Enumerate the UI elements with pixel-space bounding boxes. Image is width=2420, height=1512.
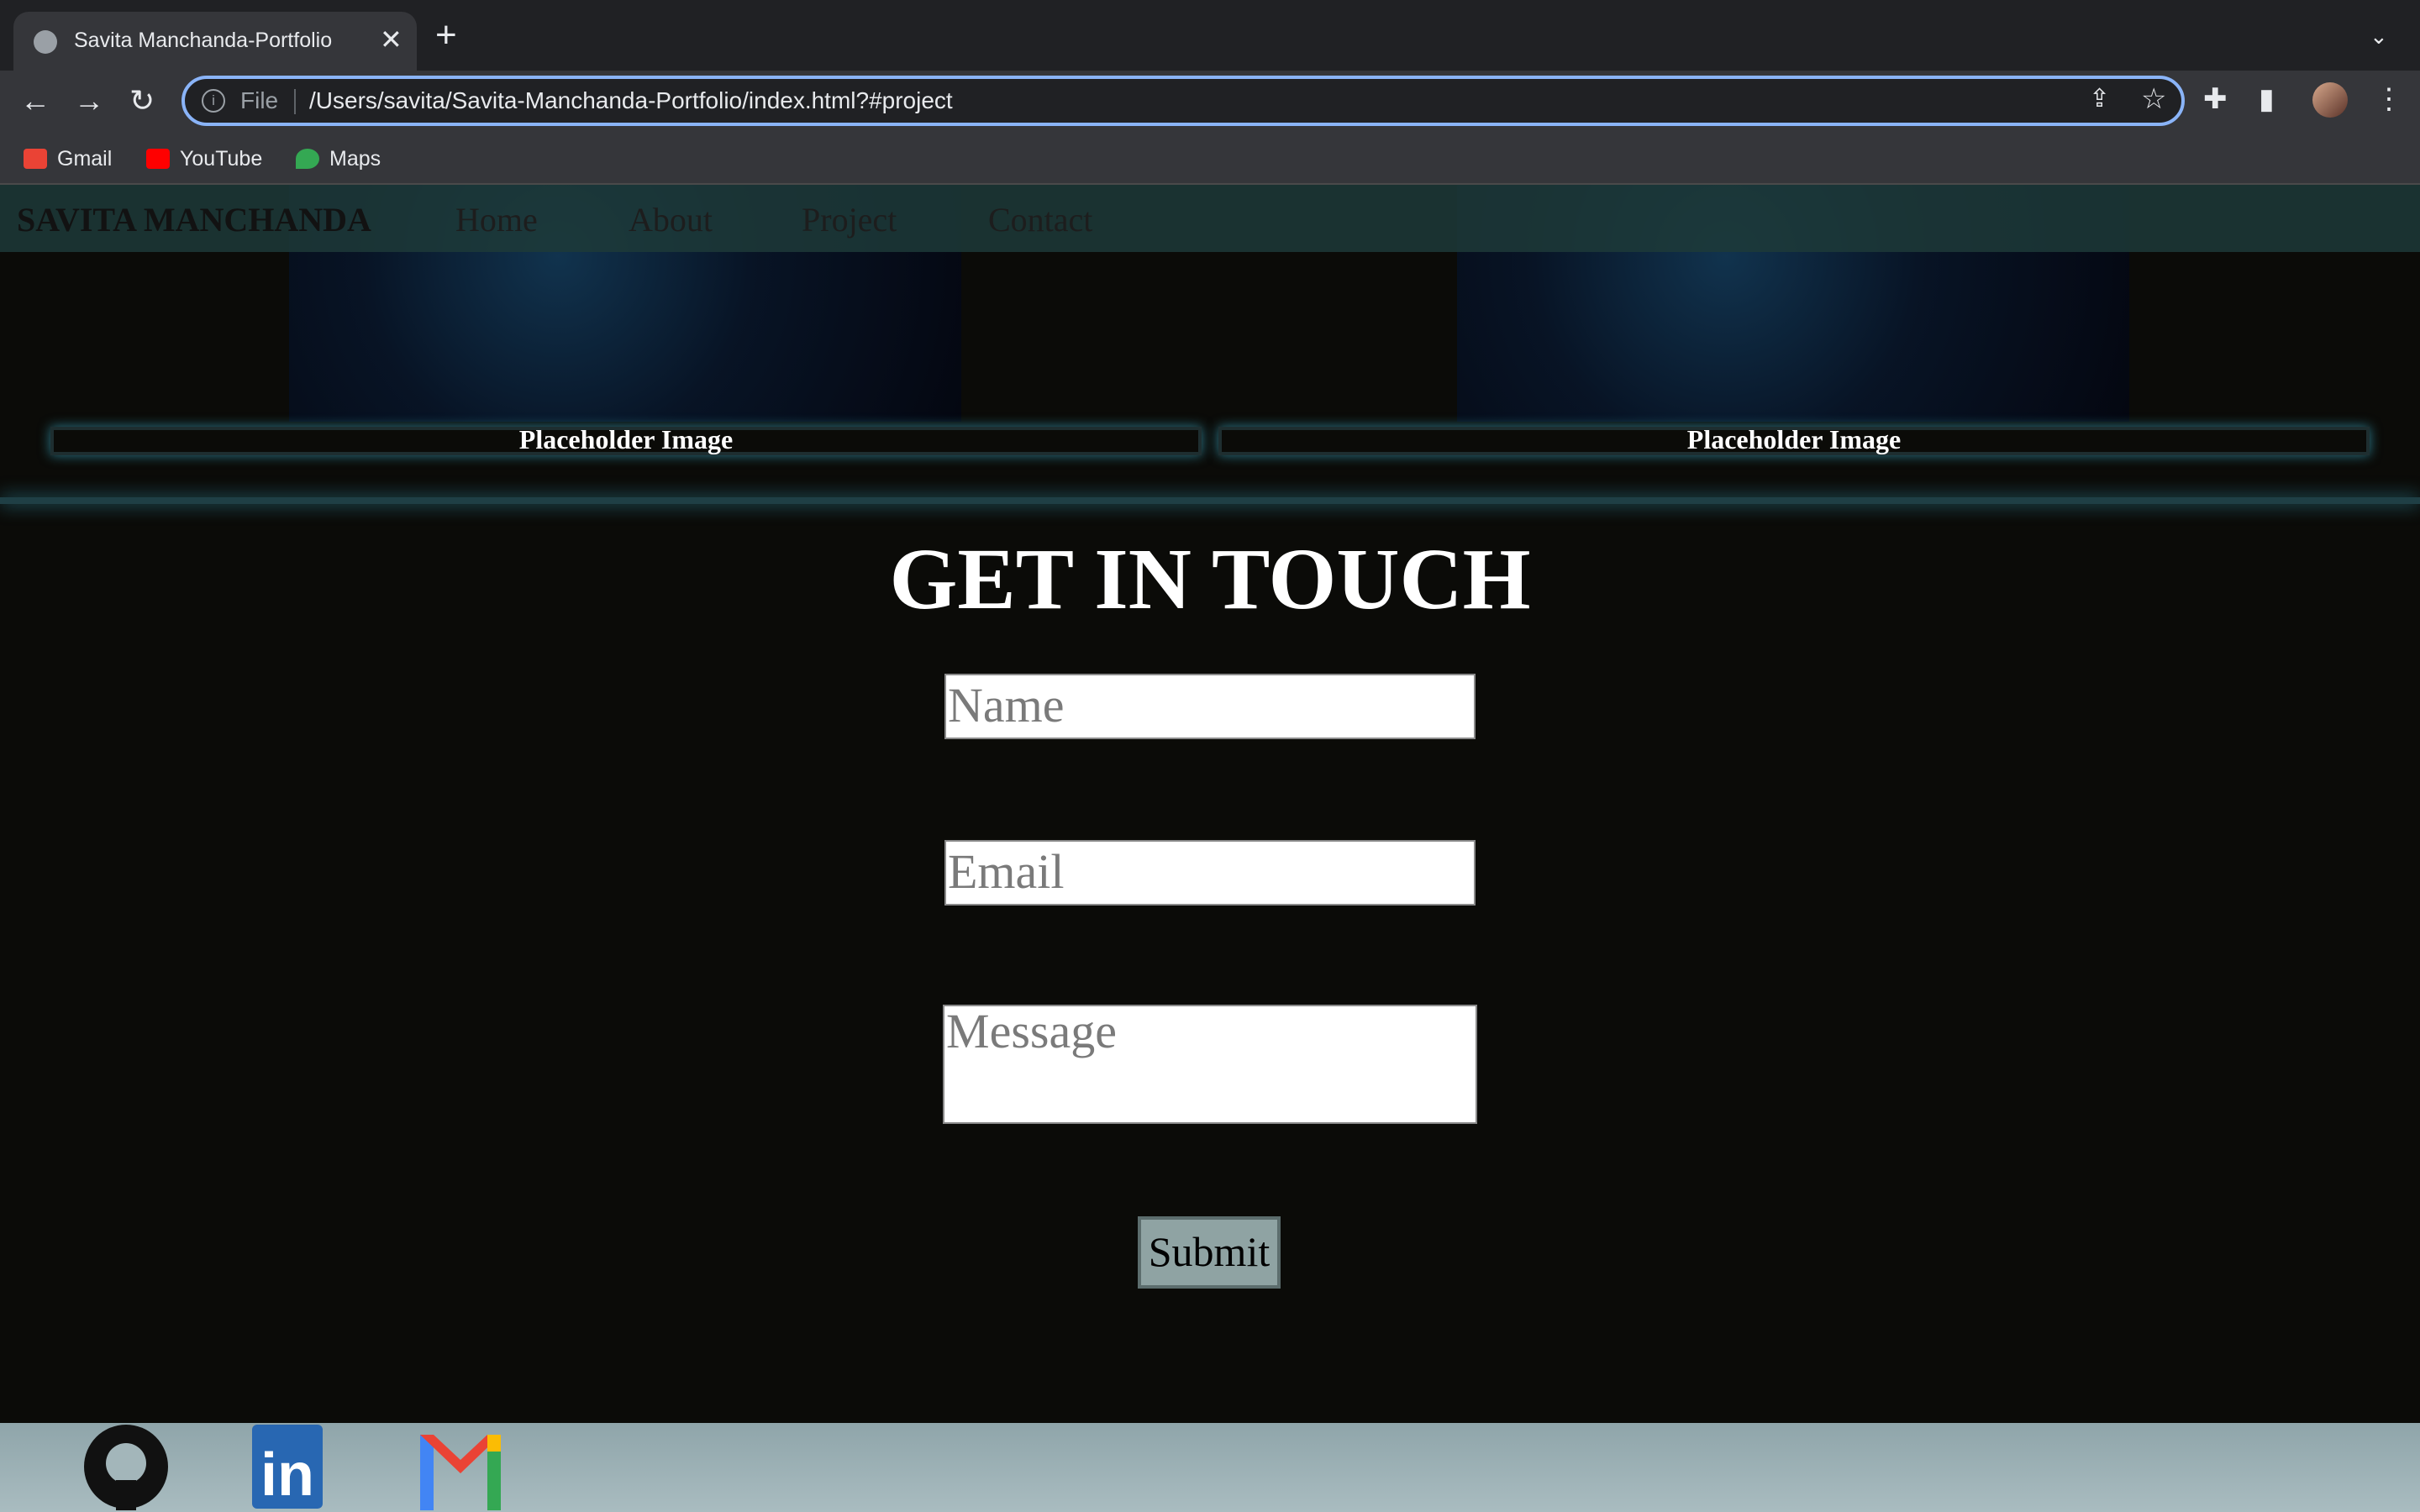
name-field[interactable]: Name [944,674,1476,739]
message-field[interactable]: Message [943,1005,1477,1124]
side-panel-icon[interactable]: ▮ [2259,82,2275,116]
page-viewport: SAVITA MANCHANDA Home About Project Cont… [0,185,2420,1512]
submit-button[interactable]: Submit [1138,1216,1281,1289]
menu-kebab-icon[interactable]: ⋮ [2375,82,2403,116]
bookmark-maps[interactable]: Maps [296,144,381,173]
nav-about[interactable]: About [629,200,713,239]
bookmark-label: YouTube [180,146,263,171]
maps-icon [296,149,319,169]
url-scheme: File [240,87,279,113]
gmail-icon[interactable] [417,1423,504,1510]
nav-home[interactable]: Home [455,200,538,239]
tab-search-chevron-icon[interactable]: ⌄ [2370,24,2388,50]
nav-contact[interactable]: Contact [988,200,1092,239]
site-footer [0,1423,2420,1512]
site-brand[interactable]: SAVITA MANCHANDA [17,200,371,239]
bookmark-label: Maps [329,146,381,171]
github-icon[interactable] [82,1423,170,1510]
section-divider [0,497,2420,504]
gmail-icon [24,149,47,169]
youtube-icon [146,149,170,169]
close-tab-icon[interactable]: ✕ [380,24,402,55]
globe-icon [34,30,57,54]
bookmark-youtube[interactable]: YouTube [146,144,262,173]
bookmark-label: Gmail [57,146,113,171]
project-caption: Placeholder Image [1218,426,2370,455]
bookmark-gmail[interactable]: Gmail [24,144,112,173]
site-info-icon[interactable]: i [202,89,225,113]
new-tab-icon[interactable]: + [435,17,457,54]
url-text[interactable]: /Users/savita/Savita-Manchanda-Portfolio… [309,87,953,114]
omnibox-divider [294,89,296,114]
nav-project[interactable]: Project [802,200,897,239]
address-bar[interactable]: i File /Users/savita/Savita-Manchanda-Po… [182,76,2185,126]
svg-text:in: in [260,1441,314,1509]
tab-title: Savita Manchanda-Portfolio [74,29,333,52]
forward-icon[interactable]: → [74,84,104,118]
share-icon[interactable]: ⇪ [2089,84,2110,113]
contact-title: GET IN TOUCH [889,531,1531,627]
reload-icon[interactable]: ↻ [129,84,155,118]
avatar[interactable] [2312,82,2348,118]
project-caption: Placeholder Image [50,426,1202,455]
bookmarks-bar: Gmail YouTube Maps [0,133,2420,185]
extensions-icon[interactable]: ✚ [2203,82,2228,116]
email-field[interactable]: Email [944,840,1476,906]
browser-tab[interactable]: Savita Manchanda-Portfolio ✕ [13,12,417,71]
linkedin-icon[interactable]: in [250,1423,338,1510]
bookmark-star-icon[interactable]: ☆ [2141,82,2166,116]
back-icon[interactable]: ← [20,84,50,118]
